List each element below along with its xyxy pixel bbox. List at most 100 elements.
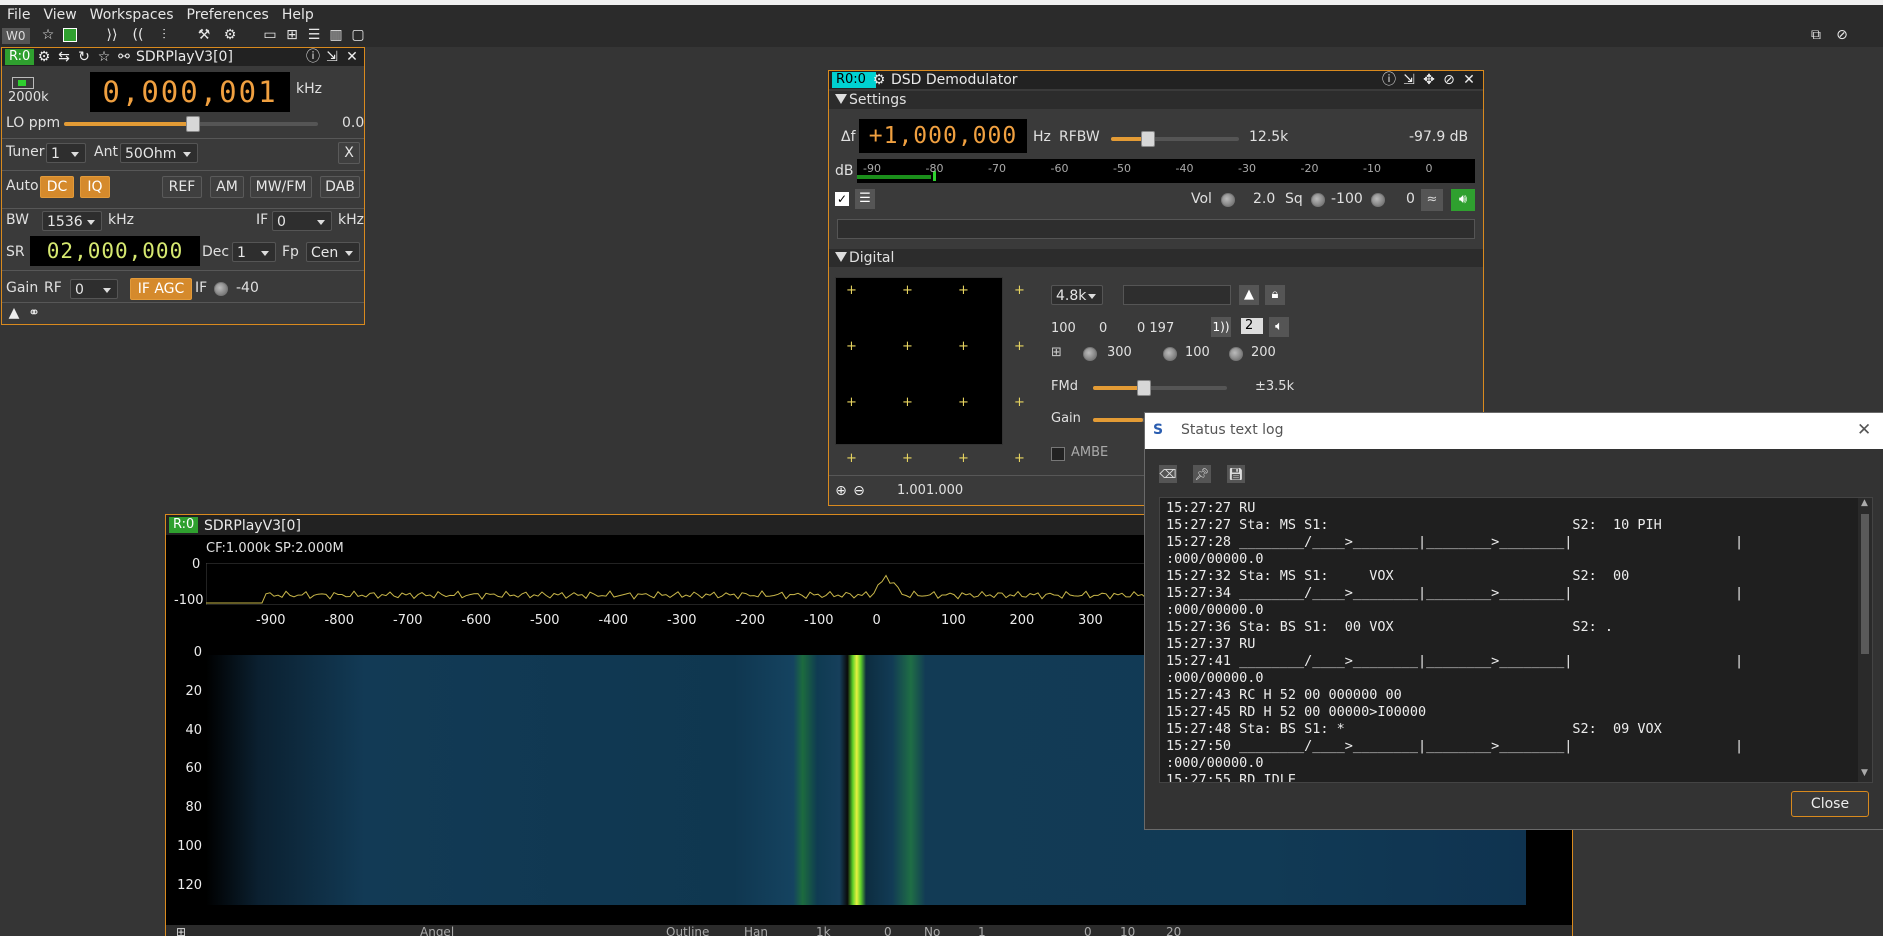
lo-ppm-slider[interactable]	[64, 116, 318, 132]
dock-icon[interactable]: ⇲	[324, 49, 340, 65]
tools-icon[interactable]: ⚙	[222, 27, 238, 43]
fps-value[interactable]: 20	[1166, 925, 1181, 936]
trace-length-knob[interactable]	[1083, 347, 1097, 361]
ref-level-value[interactable]: 0	[1084, 925, 1092, 936]
clear-icon[interactable]: ⌫	[1159, 465, 1177, 483]
lock-icon[interactable]: 🔒︎	[1265, 285, 1285, 305]
workspace-tag[interactable]: W0	[2, 28, 30, 44]
tdma-stereo-icon[interactable]: ▲	[1239, 285, 1259, 305]
menu-help[interactable]: Help	[275, 5, 320, 23]
stack-icon[interactable]: ☰	[306, 27, 322, 43]
tile-icon[interactable]: ⊞	[284, 27, 300, 43]
trace-mode-select[interactable]: Outline	[666, 925, 709, 936]
trace-stroke-knob[interactable]	[1163, 347, 1177, 361]
rfbw-slider[interactable]	[1111, 131, 1239, 147]
triangle-icon[interactable]: ▲	[6, 305, 22, 321]
scroll-down-icon[interactable]: ▼	[1861, 768, 1868, 778]
grid-icon[interactable]: ⊞	[1051, 345, 1062, 360]
constellation-scope[interactable]: + + + + + + + + + + + + + + + +	[835, 277, 1025, 465]
filter-icon[interactable]: ≈	[1421, 189, 1443, 211]
blank-window-icon[interactable]: ▢	[350, 27, 366, 43]
scrollbar-thumb[interactable]	[1861, 514, 1869, 654]
hide-icon[interactable]: ⊘	[1441, 72, 1457, 88]
help-icon[interactable]: ⓘ	[305, 49, 321, 65]
enable-checkbox[interactable]: ✓	[835, 192, 849, 206]
close-icon[interactable]: ✕	[1857, 420, 1871, 440]
restore-icon[interactable]: ⧉	[1808, 27, 1824, 43]
grid-icon[interactable]: ⊞	[176, 925, 186, 936]
fm-deviation-slider[interactable]	[1093, 380, 1227, 396]
network-icon[interactable]: ⚭	[26, 305, 42, 321]
dab-notch-button[interactable]: DAB	[320, 176, 360, 198]
antenna-select[interactable]: 50Ohm	[120, 143, 198, 163]
reload-icon[interactable]: ↻	[76, 49, 92, 65]
range-value[interactable]: 10	[1120, 925, 1135, 936]
shrink-icon[interactable]: ✥	[1421, 72, 1437, 88]
if-select[interactable]: 0	[272, 211, 332, 231]
log-scrollbar[interactable]: ▲ ▼	[1858, 498, 1872, 782]
close-button[interactable]: Close	[1791, 791, 1869, 817]
tx-icon[interactable]: ((	[130, 27, 146, 43]
dc-correction-button[interactable]: DC	[40, 176, 74, 198]
overlap-value[interactable]: 0	[884, 925, 892, 936]
baud-rate-select[interactable]: 4.8k	[1051, 285, 1103, 305]
window-function-select[interactable]: Han	[744, 925, 768, 936]
audio-mute-icon[interactable]: 🔊︎	[1451, 189, 1475, 211]
help-icon[interactable]: ⓘ	[1381, 72, 1397, 88]
start-stop-button[interactable]	[12, 77, 34, 89]
fc-position-select[interactable]: Cen	[306, 242, 360, 262]
sample-rate-dial[interactable]: 02,000,000	[30, 236, 200, 266]
reset-button[interactable]: X	[338, 142, 360, 164]
delta-f-dial[interactable]: +1,000,000	[859, 119, 1027, 153]
squelch-gate-knob[interactable]	[1371, 193, 1385, 207]
menu-view[interactable]: View	[36, 5, 82, 23]
ambe-checkbox[interactable]	[1051, 447, 1065, 461]
refresh-icon[interactable]: ⊖	[851, 483, 867, 499]
rf-gain-select[interactable]: 0	[70, 279, 118, 299]
close-icon[interactable]: ✕	[344, 49, 360, 65]
slot1-icon[interactable]: 1))	[1211, 317, 1231, 337]
gear-icon[interactable]: ⚙	[871, 72, 887, 88]
menu-workspaces[interactable]: Workspaces	[83, 5, 180, 23]
speaker-icon[interactable]: 🔈︎	[1269, 317, 1289, 337]
squelch-knob[interactable]	[1311, 193, 1325, 207]
trace-decay-knob[interactable]	[1229, 347, 1243, 361]
menu-preferences[interactable]: Preferences	[180, 5, 275, 23]
bandwidth-select[interactable]: 1536	[42, 211, 102, 231]
iq-correction-button[interactable]: IQ	[80, 176, 110, 198]
save-icon[interactable]: 💾︎	[1227, 465, 1245, 483]
close-icon[interactable]: ✕	[1461, 72, 1477, 88]
swap-icon[interactable]: ⇆	[56, 49, 72, 65]
am-notch-button[interactable]: AM	[210, 176, 244, 198]
pin-icon[interactable]: 📌︎	[1193, 465, 1211, 483]
settings-section-header[interactable]: Settings	[829, 91, 1483, 109]
decimation-select[interactable]: 1	[232, 242, 276, 262]
log-text-area[interactable]: 15:27:27 RU 15:27:27 Sta: MS S1: S2: 10 P…	[1159, 497, 1873, 783]
averaging-value[interactable]: 1	[978, 925, 986, 936]
star-icon[interactable]: ☆	[96, 49, 112, 65]
star-icon[interactable]: ☆	[40, 27, 56, 43]
link-icon[interactable]: ⚯	[116, 49, 132, 65]
if-agc-button[interactable]: IF AGC	[130, 278, 192, 300]
digital-section-header[interactable]: Digital	[829, 249, 1483, 267]
fft-size-select[interactable]: 1k	[816, 925, 831, 936]
scroll-up-icon[interactable]: ▲	[1861, 498, 1868, 508]
volume-knob[interactable]	[1221, 193, 1235, 207]
ref-button[interactable]: REF	[162, 176, 202, 198]
wrench-icon[interactable]: ⚒	[196, 27, 212, 43]
center-frequency-dial[interactable]: 0,000,001	[90, 72, 290, 112]
mimo-icon[interactable]: ⫶	[156, 27, 172, 43]
gear-icon[interactable]: ⚙	[36, 49, 52, 65]
averaging-mode-select[interactable]: No	[924, 925, 940, 936]
columns-icon[interactable]: ▥	[328, 27, 344, 43]
dock-icon[interactable]: ⇲	[1401, 72, 1417, 88]
if-gain-knob[interactable]	[214, 282, 228, 296]
menu-file[interactable]: File	[0, 5, 36, 23]
color-map-select[interactable]: Angel	[420, 925, 454, 936]
hide-icon[interactable]: ⊘	[1834, 27, 1850, 43]
slot-display[interactable]: 2	[1241, 318, 1263, 334]
window-icon[interactable]: ▭	[262, 27, 278, 43]
add-icon[interactable]: ⊕	[833, 483, 849, 499]
rx-icon[interactable]: ⟩⟩	[104, 27, 120, 43]
tuner-select[interactable]: 1	[46, 143, 86, 163]
